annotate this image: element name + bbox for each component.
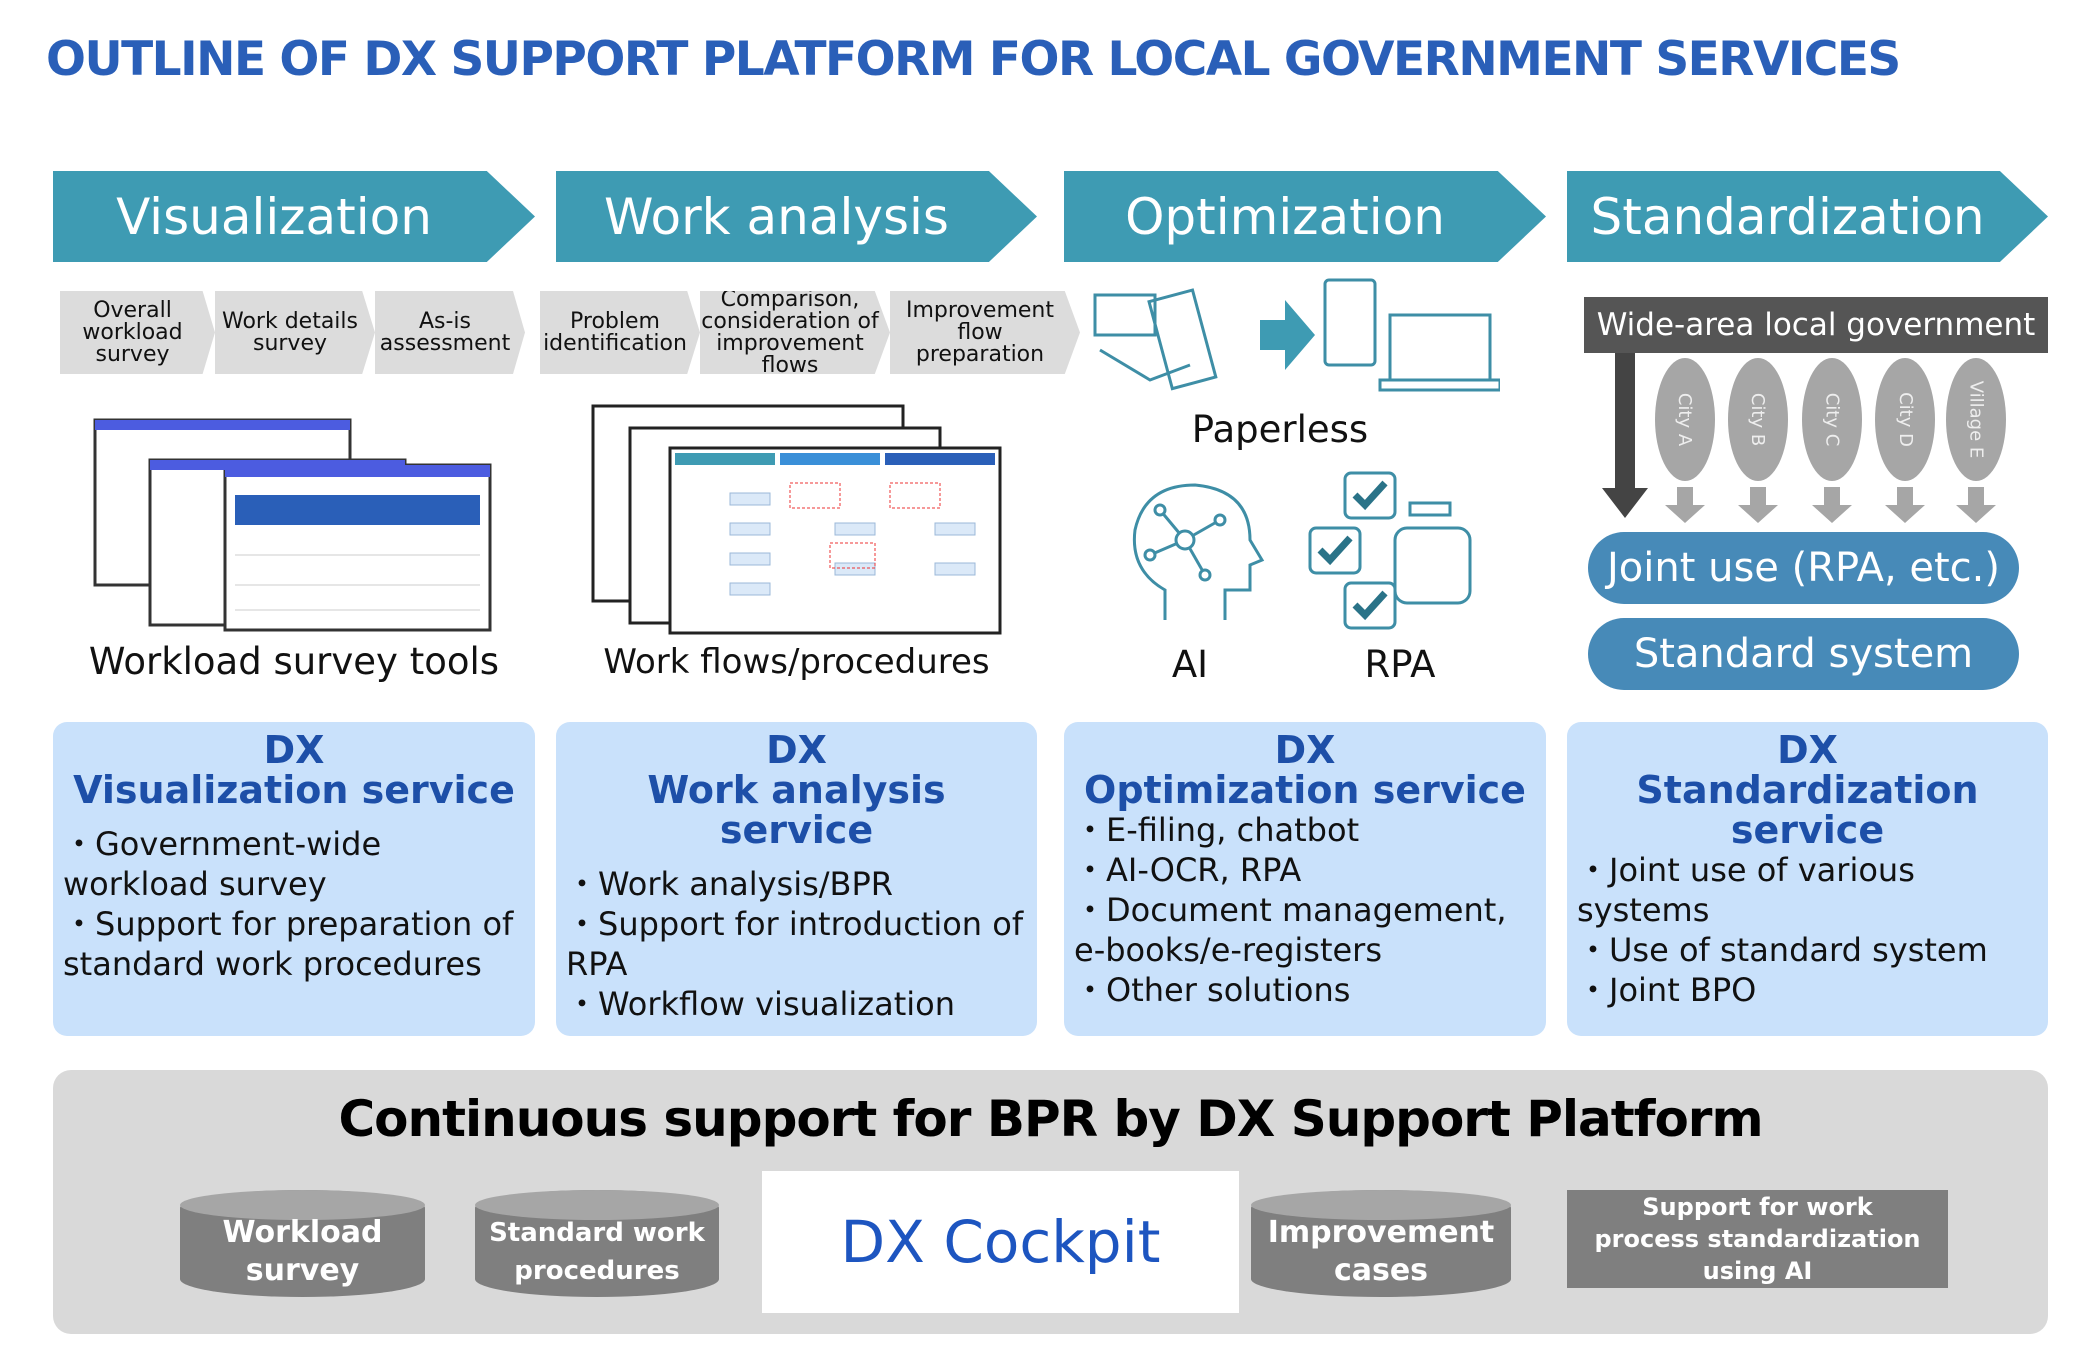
work-flows-label: Work flows/procedures — [603, 642, 990, 682]
arrow-down-icon — [1665, 487, 1705, 523]
service-items: ・Work analysis/BPR ・Support for introduct… — [566, 865, 1024, 1023]
service-visualization: DX Visualization service ・Government-wid… — [53, 722, 535, 1036]
service-dx: DX — [263, 728, 325, 772]
service-items: ・Joint use of various systems ・Use of sta… — [1577, 851, 1988, 1009]
step: Problem identification — [540, 291, 700, 374]
phase-visualization: Visualization — [53, 171, 535, 262]
page-title: OUTLINE OF DX SUPPORT PLATFORM FOR LOCAL… — [46, 32, 1901, 87]
rpa-robot-icon — [1308, 471, 1472, 630]
city-d: City D — [1875, 358, 1935, 481]
step: As-is assessment — [375, 291, 525, 374]
paperless-label: Paperless — [1191, 408, 1369, 451]
service-dx: DX — [1777, 728, 1838, 772]
service-work-analysis: DX Work analysis service ・Work analysis/… — [556, 722, 1037, 1036]
service-name: Standardization service — [1636, 768, 1979, 852]
rpa-label: RPA — [1364, 643, 1436, 686]
village-e: Village E — [1946, 358, 2006, 481]
work-flows-image — [591, 404, 1002, 635]
dx-cockpit: DX Cockpit — [762, 1171, 1239, 1313]
arrow-down-icon — [1812, 487, 1852, 523]
step: Comparison, consideration of improvement… — [700, 291, 890, 374]
arrow-down-icon — [1885, 487, 1925, 523]
city-c: City C — [1802, 358, 1862, 481]
service-optimization: DX Optimization service ・E-filing, chatb… — [1064, 722, 1546, 1036]
joint-use-pill: Joint use (RPA, etc.) — [1588, 532, 2019, 604]
workload-survey-tools-label: Workload survey tools — [88, 640, 500, 683]
phase-work-analysis: Work analysis — [556, 171, 1037, 262]
phase-standardization: Standardization — [1567, 171, 2048, 262]
service-items: ・Government-wide workload survey ・Support… — [63, 825, 514, 983]
arrow-down-icon — [1602, 353, 1648, 518]
step: Overall workload survey — [60, 291, 215, 374]
city-b: City B — [1728, 358, 1788, 481]
service-name: Visualization service — [73, 768, 515, 812]
workload-survey-database: Workload survey — [180, 1190, 425, 1297]
step: Work details survey — [215, 291, 375, 374]
ai-head-icon — [1132, 483, 1265, 620]
wide-area-government-bar: Wide-area local government — [1584, 297, 2048, 353]
service-standardization: DX Standardization service ・Joint use of… — [1567, 722, 2048, 1036]
phase-optimization: Optimization — [1064, 171, 1546, 262]
standard-procedures-database: Standard work procedures — [475, 1190, 719, 1297]
workload-survey-tools-image — [93, 418, 492, 632]
step: Improvement flow preparation — [890, 291, 1080, 374]
service-name: Work analysis service — [647, 768, 946, 852]
service-dx: DX — [766, 728, 827, 772]
ai-standardization-support: Support for work process standardization… — [1567, 1190, 1948, 1288]
service-items: ・E-filing, chatbot ・AI-OCR, RPA ・Document … — [1074, 811, 1507, 1009]
standard-system-pill: Standard system — [1588, 618, 2019, 690]
service-name: Optimization service — [1084, 768, 1526, 812]
paperless-icon — [1093, 278, 1500, 392]
arrow-down-icon — [1956, 487, 1996, 523]
platform-title: Continuous support for BPR by DX Support… — [338, 1090, 1763, 1148]
ai-label: AI — [1171, 643, 1209, 686]
service-dx: DX — [1274, 728, 1336, 772]
arrow-down-icon — [1738, 487, 1778, 523]
city-a: City A — [1655, 358, 1715, 481]
improvement-cases-database: Improvement cases — [1251, 1190, 1511, 1297]
